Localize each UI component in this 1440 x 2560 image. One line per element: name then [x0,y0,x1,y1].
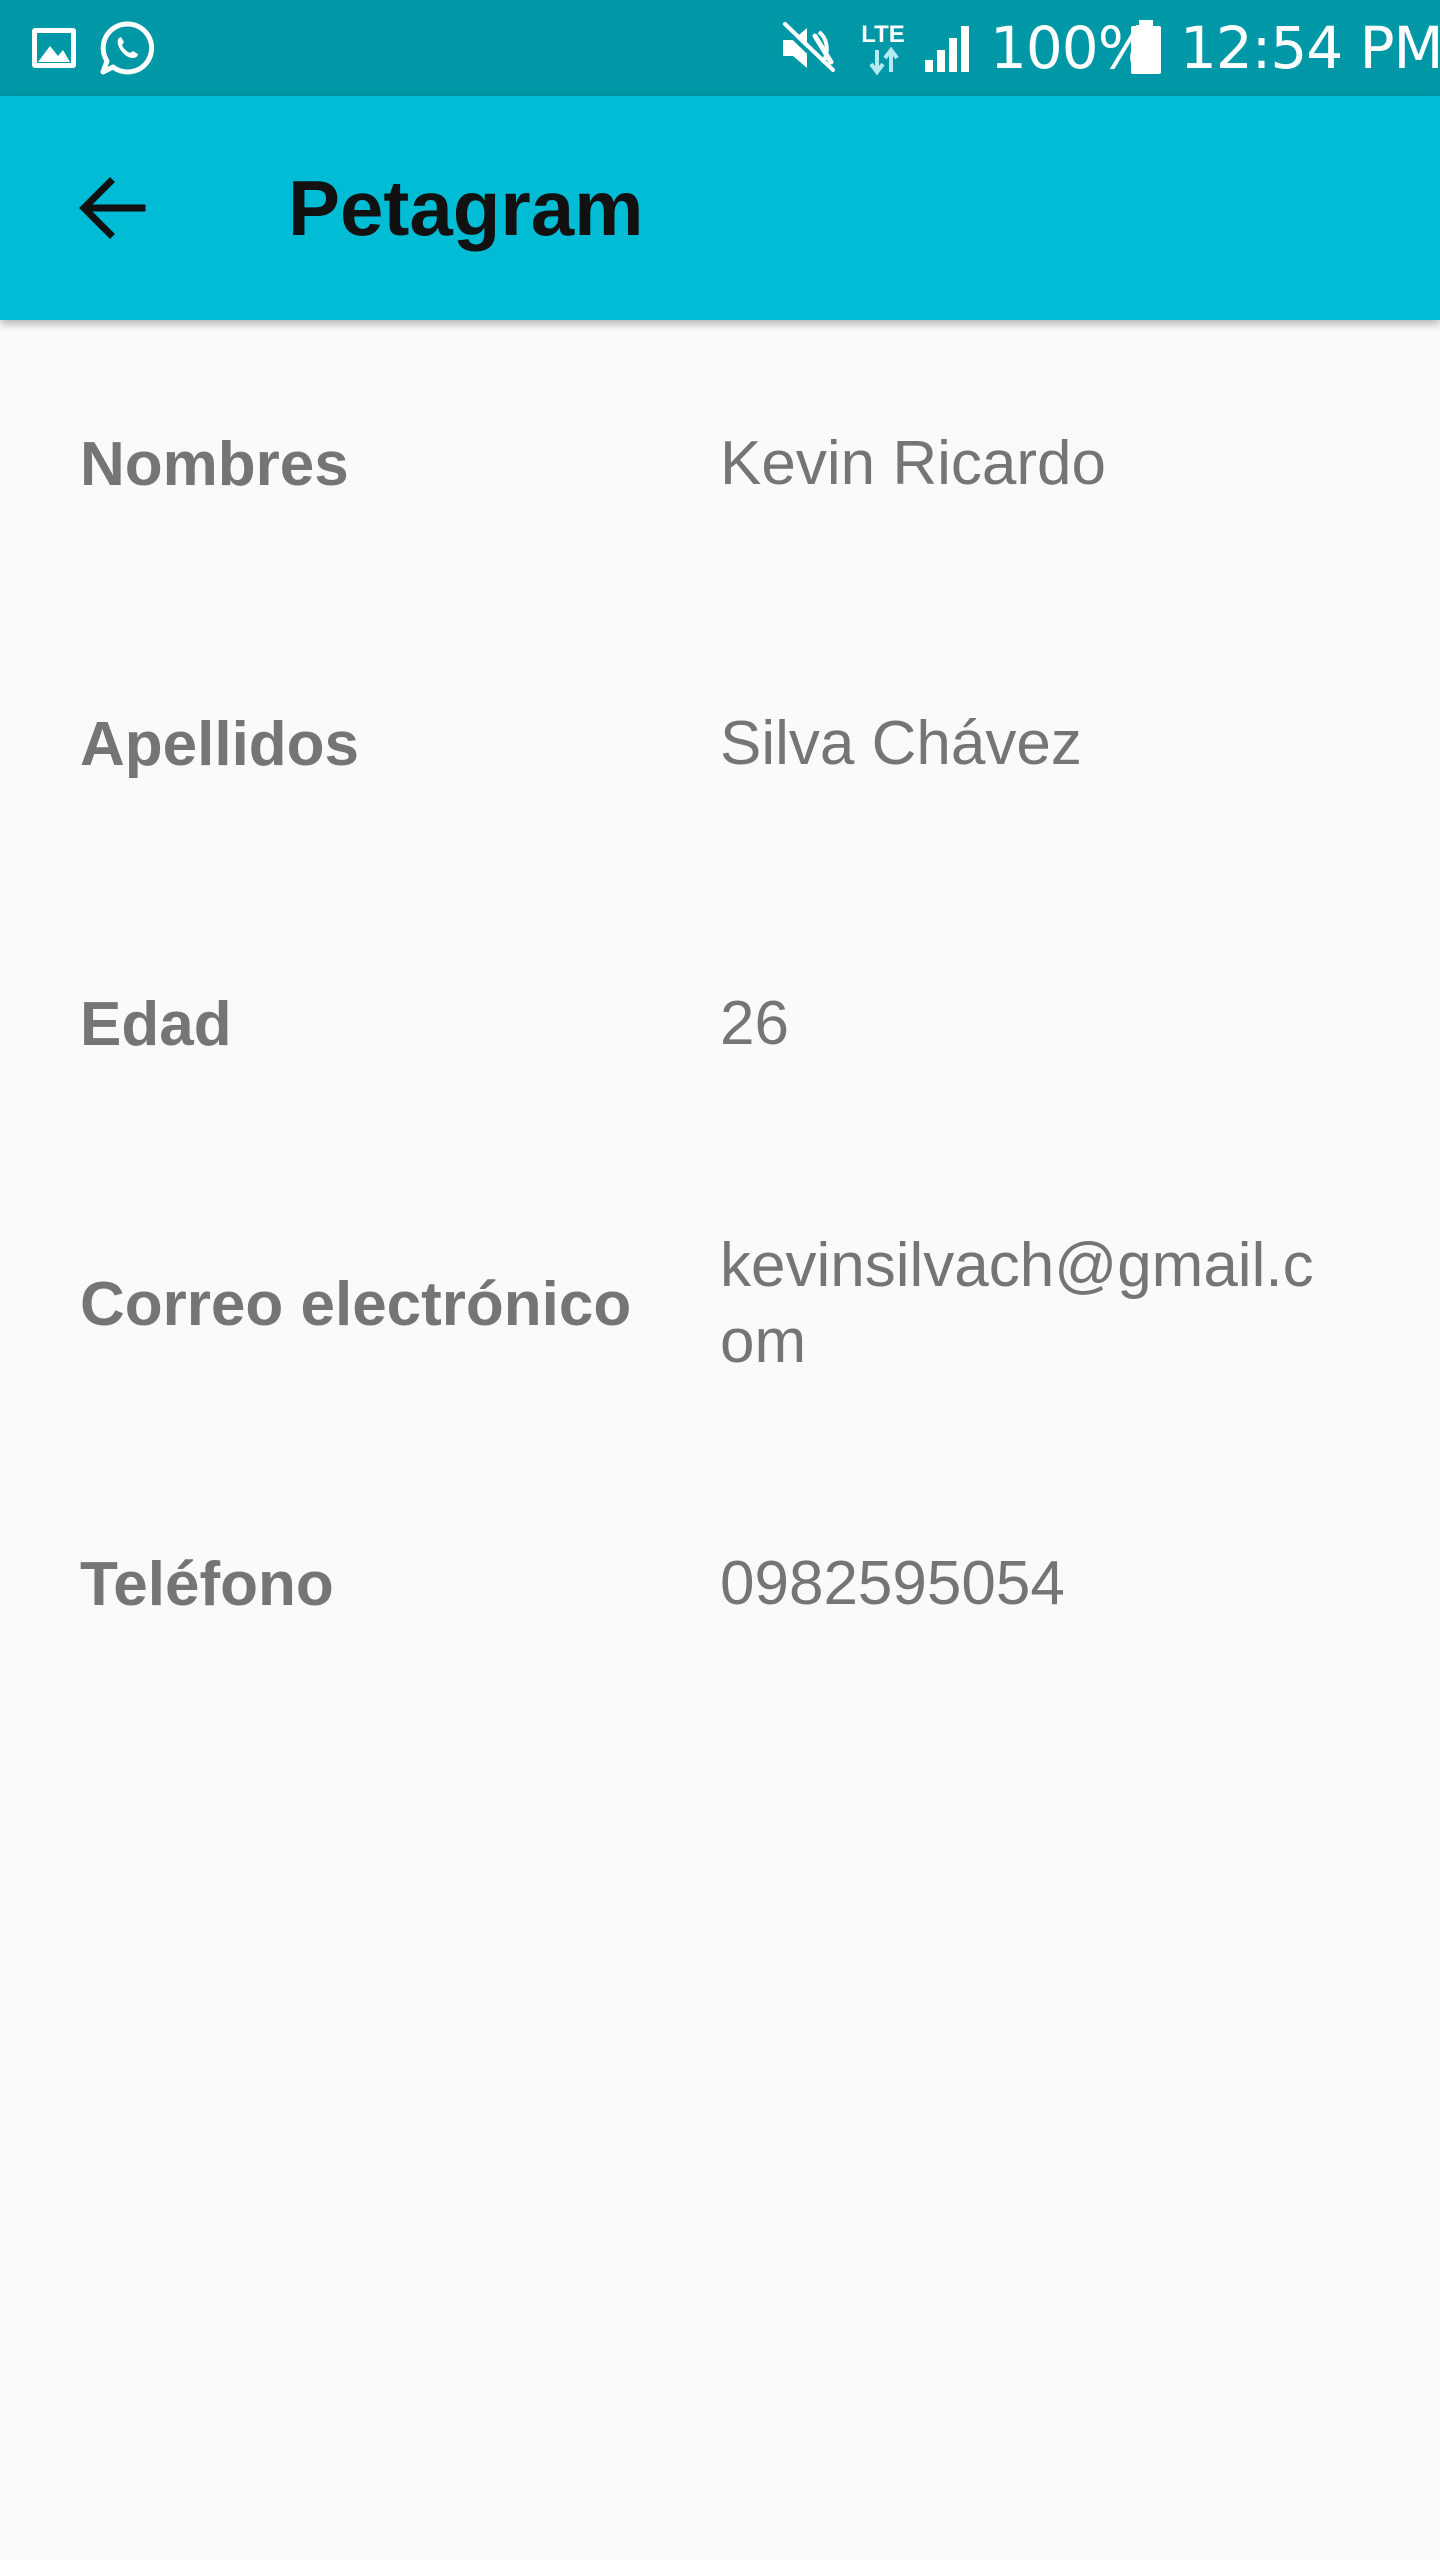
status-bar: LTE 100% 12:54 PM [0,0,1440,96]
profile-row-edad: Edad 26 [0,934,1440,1114]
whatsapp-icon [98,0,156,96]
telefono-value: 0982595054 [720,1549,1065,1618]
back-button[interactable] [56,152,168,264]
profile-row-correo: Correo electrónico kevinsilvach@gmail.co… [0,1214,1440,1394]
correo-value: kevinsilvach@gmail.com [720,1214,1360,1394]
battery-icon [1126,0,1166,96]
clock-time: 12:54 PM [1180,14,1440,82]
signal-icon [922,0,976,96]
apellidos-value: Silva Chávez [720,709,1082,778]
nombres-label: Nombres [80,429,349,499]
telefono-label: Teléfono [80,1549,334,1619]
app-title: Petagram [288,164,644,252]
profile-row-telefono: Teléfono 0982595054 [0,1494,1440,1674]
lte-icon: LTE [852,0,914,96]
mute-icon [778,0,838,96]
gallery-icon [28,0,80,96]
arrow-back-icon [79,177,146,239]
profile-row-nombres: Nombres Kevin Ricardo [0,374,1440,554]
correo-value-text: kevinsilvach@gmail.com [720,1231,1314,1376]
app-bar: Petagram [0,96,1440,320]
apellidos-label: Apellidos [80,709,360,779]
profile-row-apellidos: Apellidos Silva Chávez [0,654,1440,834]
lte-label: LTE [861,21,905,48]
correo-label: Correo electrónico [80,1269,632,1339]
nombres-value: Kevin Ricardo [720,429,1106,498]
edad-label: Edad [80,989,232,1059]
edad-value: 26 [720,989,789,1058]
